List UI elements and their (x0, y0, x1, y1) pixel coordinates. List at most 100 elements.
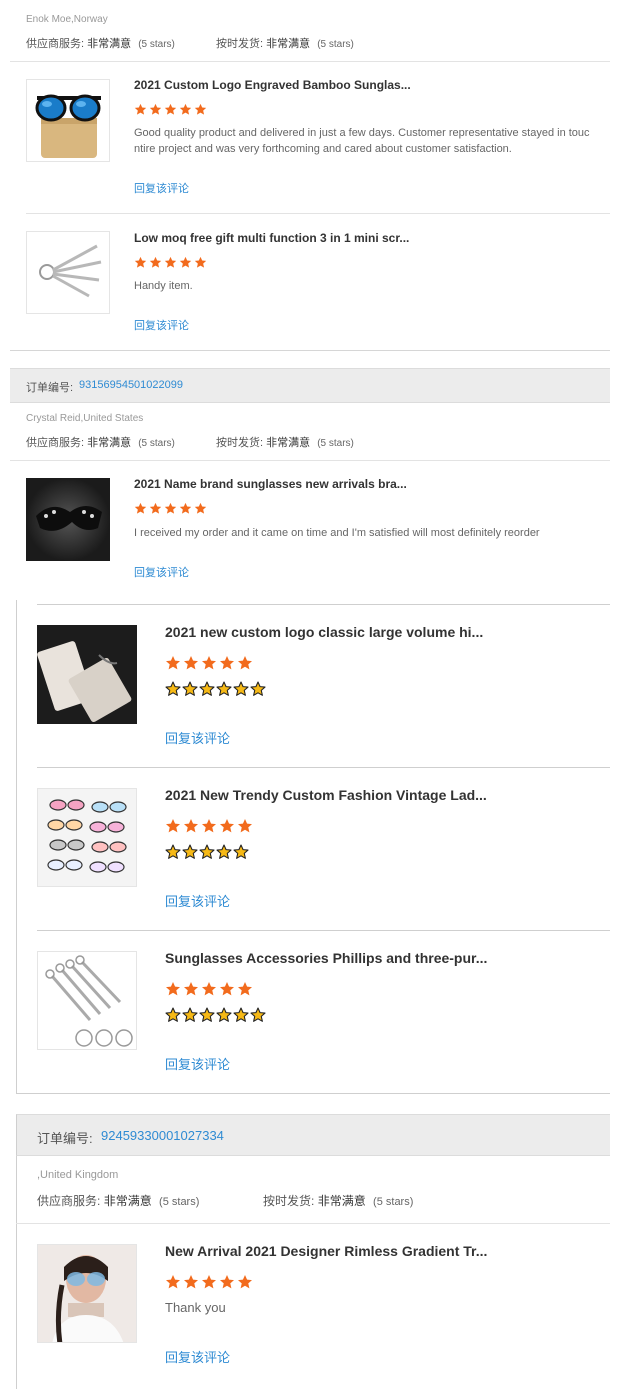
star-icon (134, 103, 147, 115)
rating-stars (134, 502, 207, 515)
reply-review-link[interactable]: 回复该评论 (165, 1054, 230, 1073)
star-icon (184, 656, 198, 670)
star-icon (238, 656, 252, 670)
reply-review-link[interactable]: 回复该评论 (165, 728, 230, 747)
star-icon (166, 819, 180, 833)
star-icon (220, 1275, 234, 1289)
product-thumbnail[interactable] (37, 788, 137, 887)
supplier-service-label: 供应商服务: (26, 38, 85, 50)
product-thumbnail[interactable] (26, 79, 110, 162)
order-number-link[interactable]: 93156954501022099 (79, 379, 183, 391)
star-icon (164, 502, 177, 514)
star-icon (134, 256, 147, 268)
star-icon (165, 681, 181, 696)
reply-review-link[interactable]: 回复该评论 (165, 1347, 230, 1366)
ontime-stars: (5 stars) (373, 1196, 414, 1208)
star-icon (182, 681, 198, 696)
star-icon (199, 1007, 215, 1022)
review-line: ntire project and was very forthcoming a… (134, 143, 512, 155)
model-rimless-sunglasses-image (38, 1245, 136, 1342)
supplier-service-stars: (5 stars) (138, 39, 175, 50)
ontime-delivery-rating: 按时发货: 非常满意 (5 stars) (216, 434, 354, 450)
divider (10, 350, 610, 351)
star-icon (250, 681, 266, 696)
star-icon (179, 103, 192, 115)
review-text: Handy item. (134, 280, 193, 292)
star-icon (199, 681, 215, 696)
order-header: 订单编号: 93156954501022099 (10, 368, 610, 403)
star-icon (182, 1007, 198, 1022)
star-icon (202, 656, 216, 670)
yellow-star-row (165, 1007, 266, 1023)
star-icon (220, 656, 234, 670)
product-thumbnail[interactable] (26, 478, 110, 561)
buyer-name: Enok Moe,Norway (26, 14, 108, 25)
star-icon (233, 1007, 249, 1022)
supplier-service-rating: 供应商服务: 非常满意 (5 stars) (26, 35, 175, 51)
reply-review-link[interactable]: 回复该评论 (134, 180, 189, 196)
bamboo-sunglasses-image (27, 80, 109, 161)
star-icon (216, 844, 232, 859)
product-thumbnail[interactable] (26, 231, 110, 314)
yellow-star-row (165, 681, 266, 697)
buyer-name: Crystal Reid,United States (26, 413, 144, 424)
ontime-stars: (5 stars) (317, 438, 354, 449)
star-icon (164, 256, 177, 268)
product-title[interactable]: 2021 Custom Logo Engraved Bamboo Sunglas… (134, 78, 594, 92)
star-icon (179, 256, 192, 268)
ontime-label: 按时发货: (216, 38, 264, 50)
product-thumbnail[interactable] (37, 1244, 137, 1343)
star-icon (220, 819, 234, 833)
divider (37, 604, 610, 605)
star-icon (194, 256, 207, 268)
supplier-service-rating: 供应商服务: 非常满意 (5 stars) (37, 1192, 199, 1209)
ontime-delivery-rating: 按时发货: 非常满意 (5 stars) (216, 35, 354, 51)
product-title[interactable]: New Arrival 2021 Designer Rimless Gradie… (165, 1243, 595, 1259)
rating-stars (165, 1274, 253, 1290)
star-icon (233, 681, 249, 696)
product-thumbnail[interactable] (37, 951, 137, 1050)
product-title[interactable]: 2021 Name brand sunglasses new arrivals … (134, 477, 594, 491)
star-icon (238, 819, 252, 833)
product-title[interactable]: Low moq free gift multi function 3 in 1 … (134, 231, 594, 245)
product-title[interactable]: 2021 new custom logo classic large volum… (165, 624, 595, 640)
review-text: I received my order and it came on time … (134, 527, 540, 539)
review-text: Thank you (165, 1300, 226, 1315)
product-title[interactable]: Sunglasses Accessories Phillips and thre… (165, 950, 595, 966)
ontime-value: 非常满意 (266, 437, 311, 449)
ontime-label: 按时发货: (216, 437, 264, 449)
star-icon (134, 502, 147, 514)
star-icon (233, 844, 249, 859)
supplier-service-stars: (5 stars) (159, 1196, 200, 1208)
star-icon (164, 103, 177, 115)
star-icon (165, 844, 181, 859)
reply-review-link[interactable]: 回复该评论 (165, 891, 230, 910)
star-icon (149, 256, 162, 268)
star-icon (238, 1275, 252, 1289)
reply-review-link[interactable]: 回复该评论 (134, 317, 189, 333)
order-number-link[interactable]: 92459330001027334 (101, 1128, 224, 1143)
panel-border (16, 1156, 17, 1389)
review-line: Good quality product and delivered in ju… (134, 127, 590, 139)
ontime-value: 非常满意 (317, 1194, 366, 1208)
rating-stars (134, 256, 207, 269)
order-number-label: 订单编号: (37, 1131, 93, 1146)
star-icon (250, 1007, 266, 1022)
rating-stars (134, 103, 207, 116)
supplier-service-value: 非常满意 (103, 1194, 152, 1208)
product-thumbnail[interactable] (37, 625, 137, 724)
star-icon (194, 103, 207, 115)
product-title[interactable]: 2021 New Trendy Custom Fashion Vintage L… (165, 787, 595, 803)
star-icon (166, 1275, 180, 1289)
star-icon (202, 1275, 216, 1289)
star-icon (199, 844, 215, 859)
star-icon (184, 819, 198, 833)
star-icon (165, 1007, 181, 1022)
star-icon (220, 982, 234, 996)
order-header: 订单编号: 92459330001027334 (16, 1114, 610, 1156)
star-icon (216, 681, 232, 696)
star-icon (238, 982, 252, 996)
mini-screwdriver-image (27, 232, 109, 313)
reply-review-link[interactable]: 回复该评论 (134, 564, 189, 580)
ontime-delivery-rating: 按时发货: 非常满意 (5 stars) (263, 1192, 413, 1209)
